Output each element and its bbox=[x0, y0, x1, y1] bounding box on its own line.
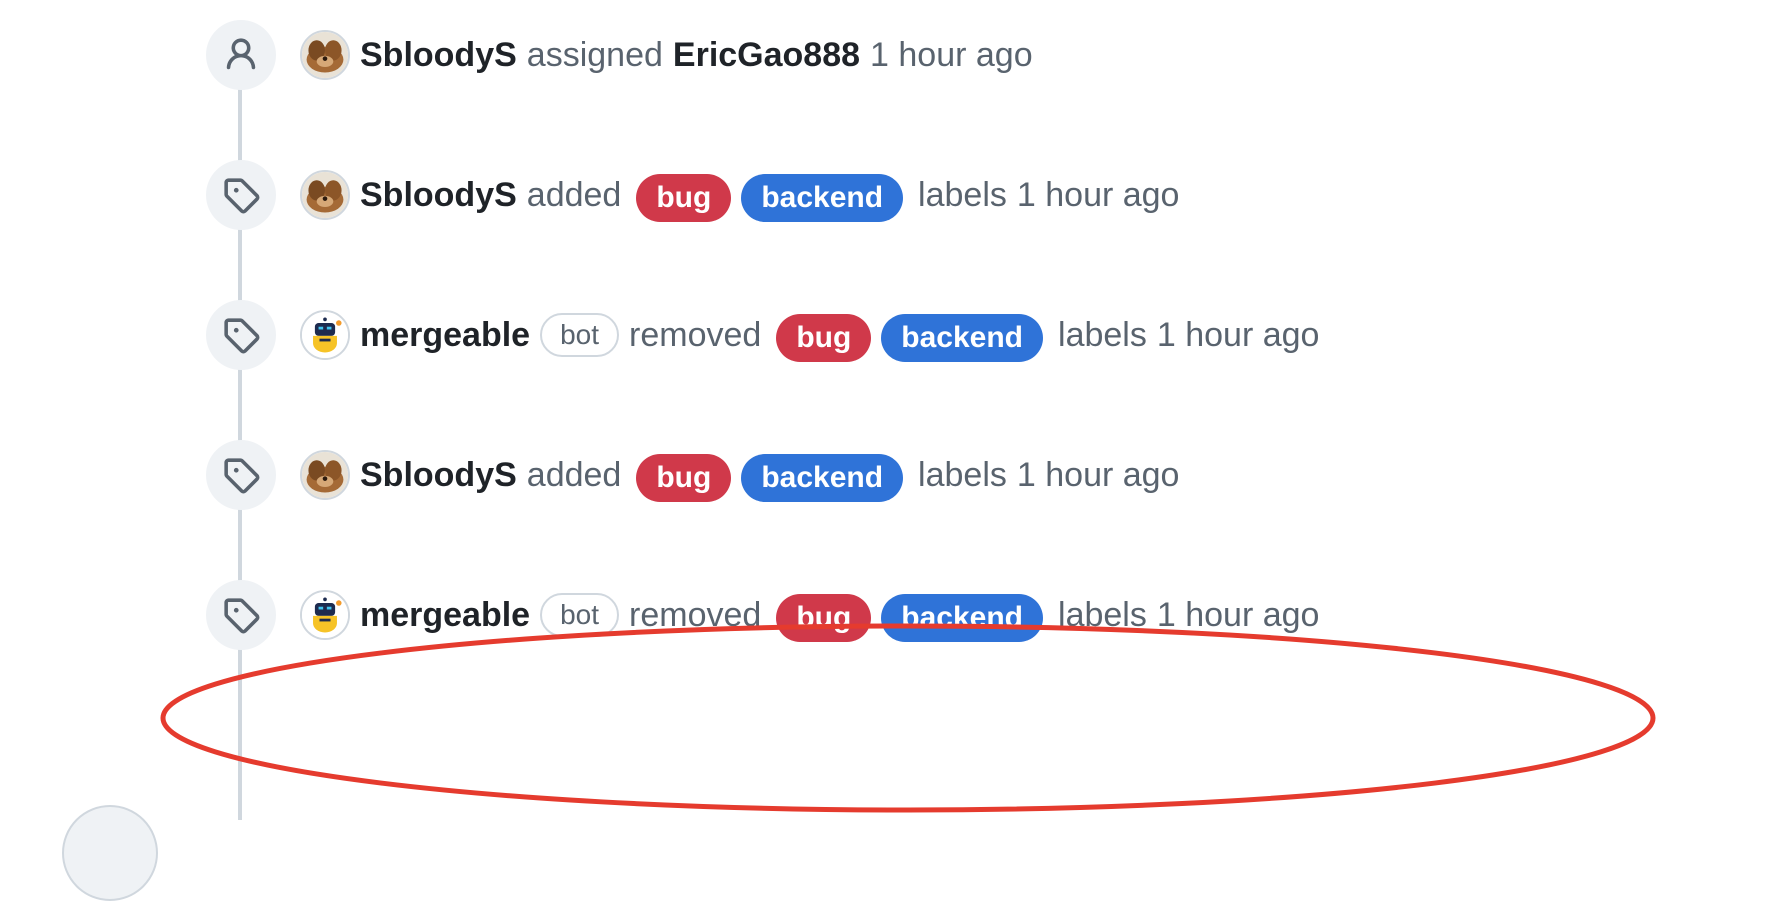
tag-icon bbox=[206, 440, 276, 510]
timeline-event-assigned: SbloodyS assigned EricGao888 1 hour ago bbox=[0, 20, 1766, 90]
tag-icon bbox=[206, 160, 276, 230]
event-timestamp[interactable]: 1 hour ago bbox=[1017, 456, 1180, 495]
actor-name[interactable]: SbloodyS bbox=[360, 176, 517, 215]
timeline-event-unlabeled-highlighted: mergeable bot removed bug backend labels… bbox=[0, 580, 1766, 650]
bot-avatar[interactable] bbox=[300, 310, 350, 360]
event-timestamp[interactable]: 1 hour ago bbox=[1017, 176, 1180, 215]
label-backend[interactable]: backend bbox=[881, 314, 1044, 362]
dog-avatar[interactable] bbox=[300, 450, 350, 500]
actor-name[interactable]: mergeable bbox=[360, 316, 530, 355]
tag-icon bbox=[206, 300, 276, 370]
bot-avatar[interactable] bbox=[300, 590, 350, 640]
bot-badge: bot bbox=[540, 313, 620, 357]
event-timestamp[interactable]: 1 hour ago bbox=[1157, 596, 1320, 635]
timeline-event-unlabeled: mergeable bot removed bug backend labels… bbox=[0, 300, 1766, 370]
highlight-annotation bbox=[160, 623, 1656, 813]
timeline-event-labeled: SbloodyS added bug backend labels 1 hour… bbox=[0, 440, 1766, 510]
event-action: removed bbox=[629, 315, 762, 354]
timeline-event-labeled: SbloodyS added bug backend labels 1 hour… bbox=[0, 160, 1766, 230]
highlight-ellipse bbox=[160, 623, 1656, 813]
labels-word: labels bbox=[1058, 595, 1147, 634]
labels-word: labels bbox=[918, 455, 1007, 494]
event-action: removed bbox=[629, 595, 762, 634]
actor-name[interactable]: SbloodyS bbox=[360, 36, 517, 75]
label-bug[interactable]: bug bbox=[636, 174, 732, 222]
labels-word: labels bbox=[918, 175, 1007, 214]
next-event-icon bbox=[62, 805, 158, 901]
labels-word: labels bbox=[1058, 315, 1147, 354]
label-bug[interactable]: bug bbox=[776, 314, 872, 362]
dog-avatar[interactable] bbox=[300, 30, 350, 80]
event-timestamp[interactable]: 1 hour ago bbox=[1157, 316, 1320, 355]
person-icon bbox=[206, 20, 276, 90]
label-backend[interactable]: backend bbox=[741, 454, 904, 502]
tag-icon bbox=[206, 580, 276, 650]
event-timestamp[interactable]: 1 hour ago bbox=[870, 36, 1033, 75]
actor-name[interactable]: SbloodyS bbox=[360, 456, 517, 495]
assignee-name[interactable]: EricGao888 bbox=[673, 36, 860, 75]
actor-name[interactable]: mergeable bbox=[360, 596, 530, 635]
label-backend[interactable]: backend bbox=[881, 594, 1044, 642]
label-bug[interactable]: bug bbox=[776, 594, 872, 642]
label-backend[interactable]: backend bbox=[741, 174, 904, 222]
event-action: added bbox=[526, 175, 622, 214]
label-bug[interactable]: bug bbox=[636, 454, 732, 502]
bot-badge: bot bbox=[540, 593, 620, 637]
dog-avatar[interactable] bbox=[300, 170, 350, 220]
event-action: added bbox=[526, 455, 622, 494]
event-action: assigned bbox=[526, 35, 663, 74]
